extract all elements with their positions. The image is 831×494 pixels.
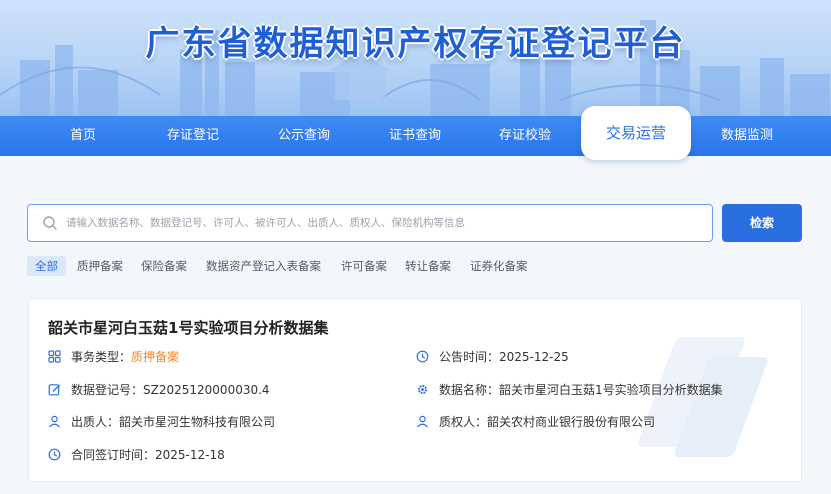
user-icon [417, 415, 428, 428]
filter-license[interactable]: 许可备案 [341, 256, 387, 276]
header-banner: 广东省数据知识产权存证登记平台 [0, 0, 831, 116]
field-label: 质权人： [439, 415, 488, 429]
contract-sign-time-value: 2025-12-18 [155, 448, 225, 462]
filter-pledge[interactable]: 质押备案 [77, 256, 123, 276]
nav-item-deposit-register[interactable]: 存证登记 [138, 116, 248, 156]
field-label: 数据登记号： [71, 383, 144, 397]
user-icon [49, 415, 60, 428]
clock-icon [416, 350, 429, 363]
announce-time-value: 2025-12-25 [499, 350, 569, 364]
business-type-value: 质押备案 [131, 350, 180, 364]
field-label: 事务类型： [71, 350, 132, 364]
field-pledgor: 出质人：韶关市星河生物科技有限公司 [48, 412, 275, 432]
nav-item-trade-operation[interactable]: 交易运营 [581, 106, 691, 160]
pledgor-value: 韶关市星河生物科技有限公司 [119, 415, 276, 429]
data-name-value: 韶关市星河白玉菇1号实验项目分析数据集 [499, 383, 723, 397]
nav-item-certificate-query[interactable]: 证书查询 [360, 116, 470, 156]
filter-all[interactable]: 全部 [27, 256, 66, 276]
nav-item-public-query[interactable]: 公示查询 [249, 116, 359, 156]
nav-item-data-monitor[interactable]: 数据监测 [692, 116, 802, 156]
gear-icon [417, 384, 428, 395]
filter-insurance[interactable]: 保险备案 [141, 256, 187, 276]
registration-number-value: SZ2025120000030.4 [143, 383, 270, 397]
main-navbar: 首页 存证登记 公示查询 证书查询 存证校验 交易运营 数据监测 [0, 106, 831, 160]
clock-icon [48, 448, 61, 461]
field-pledgee: 质权人：韶关农村商业银行股份有限公司 [416, 412, 655, 432]
pledgee-value: 韶关农村商业银行股份有限公司 [487, 415, 656, 429]
grid-icon [48, 350, 61, 363]
filter-asset-register[interactable]: 数据资产登记入表备案 [206, 256, 321, 276]
filter-securitization[interactable]: 证券化备案 [470, 256, 528, 276]
record-title[interactable]: 韶关市星河白玉菇1号实验项目分析数据集 [48, 317, 328, 338]
field-contract-sign-time: 合同签订时间：2025-12-18 [48, 445, 225, 465]
field-label: 公告时间： [439, 350, 500, 364]
search-input[interactable] [66, 205, 696, 241]
edit-icon [48, 384, 60, 396]
record-card[interactable]: 韶关市星河白玉菇1号实验项目分析数据集 事务类型：质押备案 公告时间：2025-… [28, 298, 802, 482]
field-label: 数据名称： [439, 383, 500, 397]
search-button[interactable]: 检索 [722, 204, 802, 242]
field-registration-number: 数据登记号：SZ2025120000030.4 [48, 380, 270, 400]
field-label: 合同签订时间： [71, 448, 156, 462]
field-data-name: 数据名称：韶关市星河白玉菇1号实验项目分析数据集 [416, 380, 723, 400]
field-business-type: 事务类型：质押备案 [48, 347, 179, 367]
nav-item-deposit-verify[interactable]: 存证校验 [470, 116, 580, 156]
site-title: 广东省数据知识产权存证登记平台 [145, 24, 686, 64]
search-icon [43, 216, 57, 230]
search-box [27, 204, 713, 242]
field-announce-time: 公告时间：2025-12-25 [416, 347, 569, 367]
field-label: 出质人： [71, 415, 120, 429]
nav-item-home[interactable]: 首页 [28, 116, 138, 156]
filter-transfer[interactable]: 转让备案 [405, 256, 451, 276]
